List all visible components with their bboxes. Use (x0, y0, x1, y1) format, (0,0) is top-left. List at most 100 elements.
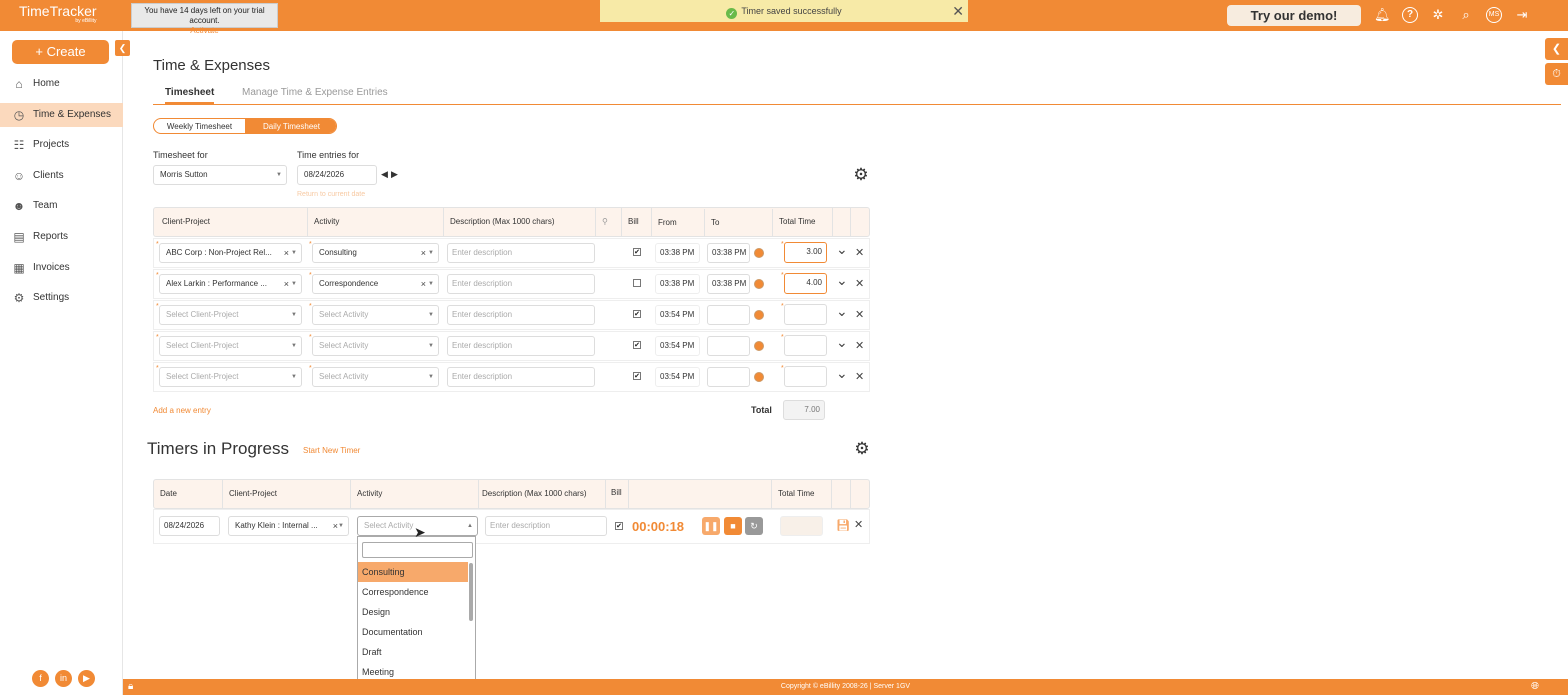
clear-icon[interactable]: × (284, 244, 289, 262)
timesheet-settings-gear-icon[interactable]: ⚙ (852, 166, 870, 184)
client-project-select[interactable]: Select Client-Project ▼ (159, 367, 302, 387)
expand-panel-icon[interactable]: ❮ (1545, 38, 1568, 60)
description-input[interactable]: Enter description (447, 305, 595, 325)
total-time-input[interactable]: 3.00 (784, 242, 827, 263)
globe-icon[interactable]: 🌐︎ (1531, 681, 1539, 692)
start-new-timer-link[interactable]: Start New Timer (303, 446, 360, 455)
to-time-field[interactable] (707, 336, 750, 356)
activity-select[interactable]: Select Activity ▼ (312, 305, 439, 325)
total-time-input[interactable]: 4.00 (784, 273, 827, 294)
save-timer-icon[interactable]: 💾︎ (836, 520, 850, 532)
client-project-select[interactable]: ABC Corp : Non-Project Rel... × ▼ (159, 243, 302, 263)
to-time-field[interactable] (707, 305, 750, 325)
sidebar-item-home[interactable]: ⌂ Home (0, 72, 123, 96)
sidebar-item-settings[interactable]: ⚙ Settings (0, 286, 123, 310)
expand-row-icon[interactable]: ⌄ (836, 273, 848, 287)
total-time-input[interactable] (784, 304, 827, 325)
from-time-field[interactable]: 03:54 PM (655, 367, 700, 387)
tools-icon[interactable]: ✲ (1430, 7, 1446, 23)
from-time-field[interactable]: 03:54 PM (655, 336, 700, 356)
sidebar-item-time-expenses[interactable]: ◷ Time & Expenses (0, 103, 123, 127)
close-toast-icon[interactable]: ✕ (952, 0, 964, 22)
add-new-entry-link[interactable]: Add a new entry (153, 406, 211, 415)
expand-row-icon[interactable]: ⌄ (836, 366, 848, 380)
activity-search-input[interactable] (362, 542, 473, 558)
bill-checkbox[interactable] (633, 279, 641, 287)
delete-row-icon[interactable]: ✕ (855, 309, 864, 321)
stopwatch-icon[interactable]: ⏱︎ (1545, 63, 1568, 85)
timer-date-field[interactable]: 08/24/2026 (159, 516, 220, 536)
activity-select[interactable]: Select Activity ▼ (312, 367, 439, 387)
pause-timer-button[interactable]: ❚❚ (702, 517, 720, 535)
from-time-field[interactable]: 03:38 PM (655, 274, 700, 294)
bell-icon[interactable]: 🔔︎ (1374, 7, 1391, 23)
tab-manage-entries[interactable]: Manage Time & Expense Entries (242, 87, 388, 98)
clear-icon[interactable]: × (284, 275, 289, 293)
sidebar-item-reports[interactable]: ▤ Reports (0, 225, 123, 249)
employee-select[interactable]: Morris Sutton ▼ (153, 165, 287, 185)
timer-client-project-select[interactable]: Kathy Klein : Internal ... × ▼ (228, 516, 349, 536)
linkedin-icon[interactable]: in (55, 670, 72, 687)
total-time-input[interactable] (784, 335, 827, 356)
try-demo-button[interactable]: Try our demo! (1227, 5, 1361, 26)
delete-timer-icon[interactable]: ✕ (854, 519, 863, 531)
bill-checkbox[interactable]: ✔ (633, 310, 641, 318)
timers-settings-gear-icon[interactable]: ⚙ (853, 440, 871, 458)
client-project-select[interactable]: Select Client-Project ▼ (159, 336, 302, 356)
to-time-field[interactable]: 03:38 PM (707, 243, 750, 263)
activity-select[interactable]: Select Activity ▼ (312, 336, 439, 356)
total-time-input[interactable] (784, 366, 827, 387)
dropdown-option[interactable]: Draft (358, 642, 468, 662)
clock-icon[interactable] (754, 341, 764, 351)
dropdown-option[interactable]: Design (358, 602, 468, 622)
client-project-select[interactable]: Select Client-Project ▼ (159, 305, 302, 325)
delete-row-icon[interactable]: ✕ (855, 340, 864, 352)
to-time-field[interactable]: 03:38 PM (707, 274, 750, 294)
bill-checkbox[interactable]: ✔ (633, 372, 641, 380)
clock-icon[interactable] (754, 372, 764, 382)
clear-icon[interactable]: × (421, 244, 426, 262)
tab-timesheet[interactable]: Timesheet (165, 87, 215, 104)
delete-row-icon[interactable]: ✕ (855, 247, 864, 259)
prev-day-icon[interactable]: ◀ (381, 169, 388, 180)
clock-icon[interactable] (754, 248, 764, 258)
dropdown-option[interactable]: Correspondence (358, 582, 468, 602)
collapse-sidebar-icon[interactable]: ❮ (115, 40, 130, 56)
app-logo[interactable]: TimeTracker by eBillity (19, 4, 97, 24)
clock-icon[interactable] (754, 279, 764, 289)
description-input[interactable]: Enter description (447, 367, 595, 387)
to-time-field[interactable] (707, 367, 750, 387)
description-input[interactable]: Enter description (447, 336, 595, 356)
bill-checkbox[interactable]: ✔ (633, 341, 641, 349)
search-icon[interactable]: ⌕ (1458, 7, 1474, 23)
lock-icon[interactable]: 🔒︎ (128, 681, 133, 692)
dropdown-scrollbar[interactable] (469, 563, 473, 621)
dropdown-option[interactable]: Consulting (358, 562, 468, 582)
youtube-icon[interactable]: ▶ (78, 670, 95, 687)
delete-row-icon[interactable]: ✕ (855, 371, 864, 383)
description-input[interactable]: Enter description (447, 243, 595, 263)
description-input[interactable]: Enter description (447, 274, 595, 294)
return-to-current-date-link[interactable]: Return to current date (297, 191, 365, 198)
sidebar-item-invoices[interactable]: ▦ Invoices (0, 256, 123, 280)
logout-icon[interactable]: ⇥ (1514, 7, 1530, 23)
from-time-field[interactable]: 03:38 PM (655, 243, 700, 263)
expand-row-icon[interactable]: ⌄ (836, 335, 848, 349)
timer-bill-checkbox[interactable]: ✔ (615, 522, 623, 530)
client-project-select[interactable]: Alex Larkin : Performance ... × ▼ (159, 274, 302, 294)
delete-row-icon[interactable]: ✕ (855, 278, 864, 290)
activity-select[interactable]: Correspondence × ▼ (312, 274, 439, 294)
activate-link[interactable]: Activate (132, 26, 277, 36)
clear-icon[interactable]: × (421, 275, 426, 293)
avatar[interactable]: MS (1486, 7, 1502, 23)
date-picker[interactable]: 08/24/2026 (297, 165, 377, 185)
expand-row-icon[interactable]: ⌄ (836, 242, 848, 256)
clock-icon[interactable] (754, 310, 764, 320)
dropdown-option[interactable]: Documentation (358, 622, 468, 642)
weekly-timesheet-button[interactable]: Weekly Timesheet (154, 119, 245, 133)
stop-timer-button[interactable]: ■ (724, 517, 742, 535)
expand-row-icon[interactable]: ⌄ (836, 304, 848, 318)
create-button[interactable]: + Create (12, 40, 109, 64)
next-day-icon[interactable]: ▶ (391, 169, 398, 180)
facebook-icon[interactable]: f (32, 670, 49, 687)
